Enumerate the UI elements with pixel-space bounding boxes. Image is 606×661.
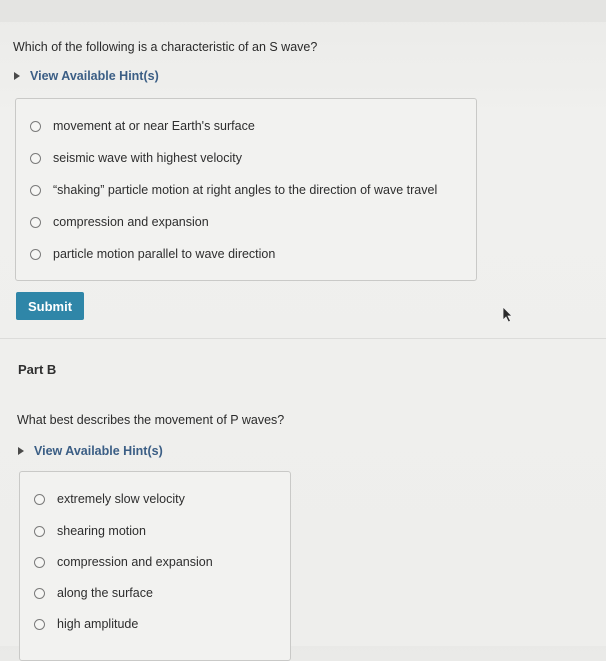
radio-button[interactable] xyxy=(30,216,41,228)
radio-button[interactable] xyxy=(34,618,45,630)
part-b-title: Part B xyxy=(18,362,57,377)
choice-label: high amplitude xyxy=(57,617,139,631)
choice-label: compression and expansion xyxy=(57,555,213,569)
radio-button[interactable] xyxy=(34,493,45,505)
mouse-pointer-icon xyxy=(502,306,513,323)
part-b-choice-5[interactable]: high amplitude xyxy=(34,617,138,631)
part-a-choice-1[interactable]: movement at or near Earth's surface xyxy=(30,119,255,133)
choice-label: extremely slow velocity xyxy=(57,492,185,506)
radio-button[interactable] xyxy=(34,525,45,537)
part-a-question: Which of the following is a characterist… xyxy=(13,40,318,54)
section-divider xyxy=(0,338,606,339)
part-b-choice-3[interactable]: compression and expansion xyxy=(34,555,213,569)
part-a-choices: movement at or near Earth's surface seis… xyxy=(15,98,477,281)
radio-button[interactable] xyxy=(30,120,41,132)
part-a-hint-toggle[interactable]: View Available Hint(s) xyxy=(14,69,159,83)
choice-label: movement at or near Earth's surface xyxy=(53,119,255,133)
choice-label: compression and expansion xyxy=(53,215,209,229)
part-a-choice-3[interactable]: “shaking” particle motion at right angle… xyxy=(30,183,437,197)
submit-button[interactable]: Submit xyxy=(16,292,84,320)
part-b-choices: extremely slow velocity shearing motion … xyxy=(19,471,291,661)
part-a-choice-2[interactable]: seismic wave with highest velocity xyxy=(30,151,242,165)
part-a-choice-5[interactable]: particle motion parallel to wave directi… xyxy=(30,247,275,261)
choice-label: particle motion parallel to wave directi… xyxy=(53,247,276,261)
part-a-hint-label: View Available Hint(s) xyxy=(30,69,159,83)
part-b-choice-1[interactable]: extremely slow velocity xyxy=(34,492,185,506)
part-b-choice-4[interactable]: along the surface xyxy=(34,586,153,600)
choice-label: shearing motion xyxy=(57,524,146,538)
choice-label: “shaking” particle motion at right angle… xyxy=(53,183,438,197)
top-strip xyxy=(0,0,606,22)
choice-label: seismic wave with highest velocity xyxy=(53,151,242,165)
radio-button[interactable] xyxy=(30,248,41,260)
caret-right-icon xyxy=(14,72,20,80)
radio-button[interactable] xyxy=(30,152,41,164)
part-b-hint-toggle[interactable]: View Available Hint(s) xyxy=(18,444,163,458)
choice-label: along the surface xyxy=(57,586,153,600)
part-a-choice-4[interactable]: compression and expansion xyxy=(30,215,209,229)
part-b-choice-2[interactable]: shearing motion xyxy=(34,524,146,538)
radio-button[interactable] xyxy=(34,556,45,568)
radio-button[interactable] xyxy=(34,587,45,599)
caret-right-icon xyxy=(18,447,24,455)
radio-button[interactable] xyxy=(30,184,41,196)
part-b-hint-label: View Available Hint(s) xyxy=(34,444,163,458)
part-b-question: What best describes the movement of P wa… xyxy=(17,413,285,427)
